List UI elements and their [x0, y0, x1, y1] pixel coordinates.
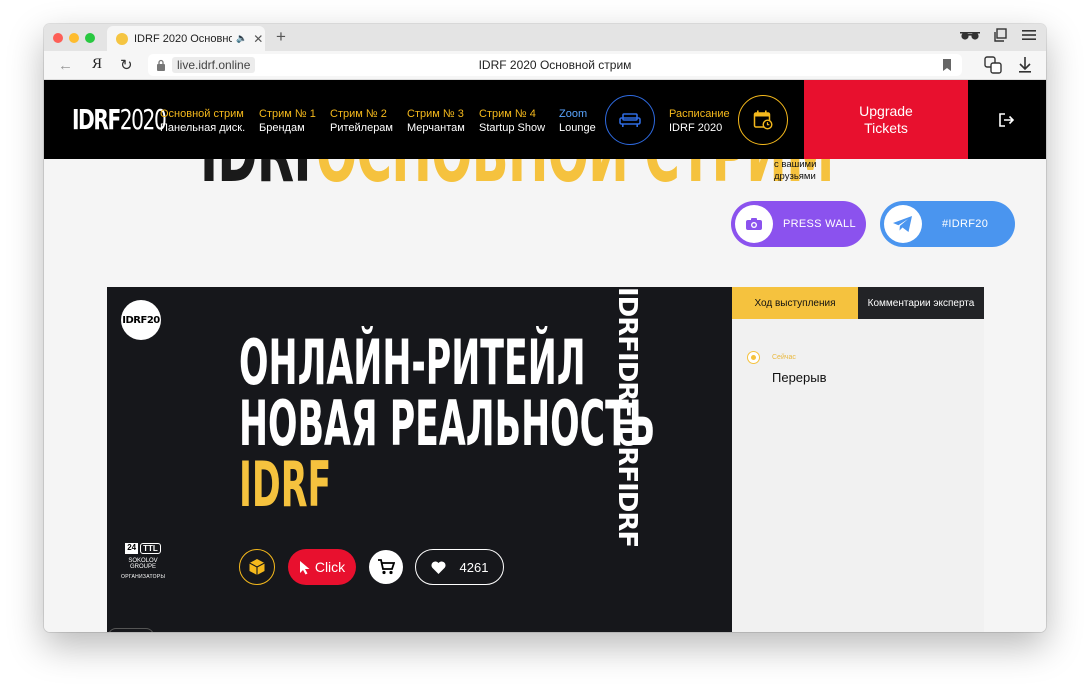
sofa-icon	[619, 113, 641, 127]
url-field[interactable]: live.idrf.online IDRF 2020 Основной стри…	[148, 54, 962, 76]
like-button[interactable]: 4261	[415, 549, 504, 585]
download-icon[interactable]	[1018, 56, 1032, 74]
agenda-panel: Ход выступления Комментарии эксперта Сей…	[732, 287, 984, 632]
box-icon	[249, 559, 265, 575]
cursor-icon	[299, 560, 310, 574]
schedule-button[interactable]	[738, 95, 788, 145]
close-window-button[interactable]	[53, 33, 63, 43]
camera-icon	[735, 205, 773, 243]
telegram-label: #IDRF20	[942, 218, 989, 230]
video-title-line-2: НОВАЯ РЕАЛЬНОСТЬ	[239, 387, 656, 460]
nav-schedule-title: Расписание	[669, 108, 730, 120]
browser-window: IDRF 2020 Основной стрим 🔈 ✕ + ← Я ↻ liv…	[44, 24, 1046, 632]
collections-icon[interactable]	[994, 28, 1008, 42]
reload-icon[interactable]: ↻	[120, 56, 133, 74]
video-side-strip: IDRFIDRFIDRFIDRF	[615, 287, 639, 632]
nav-zoom-title: Zoom	[559, 108, 588, 120]
organizers-block: 24 TTL SOKOLOV GROUPE ОРГАНИЗАТОРЫ	[121, 543, 165, 580]
nav-stream-1-title: Стрим № 1	[259, 108, 316, 120]
org-ttl-logo: TTL	[140, 543, 161, 554]
timeline-item-title: Перерыв	[772, 370, 827, 385]
heart-icon	[431, 560, 446, 574]
nav-stream-1-sub: Брендам	[259, 122, 305, 134]
cart-icon	[378, 559, 395, 575]
press-wall-button[interactable]: PRESS WALL	[731, 201, 866, 247]
video-title-line-3: IDRF	[239, 448, 332, 521]
video-player[interactable]: IDRF20 ОНЛАЙН-РИТЕЙЛ НОВАЯ РЕАЛЬНОСТЬ ID…	[107, 287, 732, 632]
upgrade-line-1: Upgrade	[859, 102, 913, 119]
cart-button[interactable]	[369, 550, 403, 584]
nav-schedule[interactable]: Расписание IDRF 2020	[669, 107, 730, 135]
nav-stream-3-sub: Мерчантам	[407, 122, 465, 134]
nav-zoom-lounge[interactable]: Zoom Lounge	[559, 107, 596, 135]
video-logo-badge: IDRF20	[121, 300, 161, 340]
upgrade-tickets-button[interactable]: Upgrade Tickets	[804, 80, 968, 159]
timeline-now-label: Сейчас	[772, 354, 796, 361]
calendar-clock-icon	[753, 110, 773, 130]
telegram-button[interactable]: #IDRF20	[880, 201, 1015, 247]
organizers-label: ОРГАНИЗАТОРЫ	[121, 574, 166, 580]
site-viewport: IDRF ОСНОВНОЙ СТРИМ IDRF2020 Основной ст…	[44, 80, 1046, 632]
yandex-button[interactable]: Я	[92, 56, 102, 73]
like-count: 4261	[459, 559, 489, 575]
share-note-line-1: с вашими	[774, 159, 817, 170]
nav-stream-3[interactable]: Стрим № 3 Мерчантам	[407, 107, 465, 135]
share-note: с вашими друзьями	[774, 159, 816, 183]
incognito-glasses-icon[interactable]	[960, 29, 980, 41]
nav-main-stream-sub: Панельная диск.	[160, 122, 246, 134]
logo-year: 2020	[119, 103, 167, 136]
menu-icon[interactable]	[1022, 29, 1036, 41]
logout-button[interactable]	[968, 80, 1046, 159]
nav-stream-1[interactable]: Стрим № 1 Брендам	[259, 107, 316, 135]
back-arrow-icon[interactable]: ←	[58, 57, 73, 74]
nav-stream-2-title: Стрим № 2	[330, 108, 387, 120]
nav-stream-3-title: Стрим № 3	[407, 108, 464, 120]
nav-stream-2-sub: Ритейлерам	[330, 122, 393, 134]
site-nav: IDRF2020 Основной стрим Панельная диск. С…	[44, 80, 1046, 159]
address-bar-row: ← Я ↻ live.idrf.online IDRF 2020 Основно…	[44, 51, 1046, 80]
nav-stream-4-title: Стрим № 4	[479, 108, 536, 120]
nav-zoom-sub: Lounge	[559, 122, 596, 134]
nav-stream-4[interactable]: Стрим № 4 Startup Show	[479, 107, 545, 135]
logout-icon	[999, 112, 1015, 127]
gift-box-button[interactable]	[239, 549, 275, 585]
upgrade-tickets-text: Upgrade Tickets	[859, 103, 913, 137]
nav-schedule-sub: IDRF 2020	[669, 122, 723, 134]
translate-icon[interactable]	[984, 56, 1002, 74]
maximize-window-button[interactable]	[85, 33, 95, 43]
timeline-dot-icon	[747, 351, 760, 364]
close-tab-icon[interactable]: ✕	[253, 32, 263, 46]
minimize-window-button[interactable]	[69, 33, 79, 43]
tab-expert-comments[interactable]: Комментарии эксперта	[858, 287, 984, 319]
tab-strip-tools	[960, 28, 1036, 42]
browser-tab[interactable]: IDRF 2020 Основной стрим 🔈 ✕	[107, 26, 265, 51]
click-label: Click	[314, 559, 346, 575]
bookmark-icon[interactable]	[942, 59, 952, 71]
telegram-icon	[884, 205, 922, 243]
speaker-icon[interactable]: 🔈	[236, 33, 247, 44]
tab-strip: IDRF 2020 Основной стрим 🔈 ✕ +	[44, 24, 1046, 51]
upgrade-line-2: Tickets	[864, 119, 908, 136]
page-title: IDRF 2020 Основной стрим	[478, 58, 632, 72]
tab-talk-progress[interactable]: Ход выступления	[732, 287, 858, 319]
new-tab-button[interactable]: +	[276, 27, 286, 47]
address-bar-tools	[984, 56, 1032, 74]
nav-main-stream-title: Основной стрим	[160, 108, 244, 120]
favicon-icon	[116, 32, 128, 45]
org-24-logo: 24	[125, 543, 139, 554]
click-button[interactable]: Click	[288, 549, 356, 585]
next-section-edge	[108, 628, 154, 632]
share-note-line-2: друзьями	[774, 171, 816, 182]
press-wall-label: PRESS WALL	[783, 218, 856, 230]
site-logo[interactable]: IDRF2020	[72, 103, 167, 136]
logo-main: IDRF	[72, 103, 121, 136]
tab-title: IDRF 2020 Основной стрим	[134, 32, 232, 45]
video-side-text: IDRFIDRFIDRFIDRF	[615, 287, 639, 548]
zoom-lounge-button[interactable]	[605, 95, 655, 145]
video-title-line-1: ОНЛАЙН-РИТЕЙЛ	[239, 326, 586, 399]
nav-stream-2[interactable]: Стрим № 2 Ритейлерам	[330, 107, 393, 135]
nav-main-stream[interactable]: Основной стрим Панельная диск.	[160, 107, 245, 135]
nav-stream-4-sub: Startup Show	[479, 122, 546, 134]
org-sokolov-logo: SOKOLOV GROUPE	[128, 558, 158, 570]
